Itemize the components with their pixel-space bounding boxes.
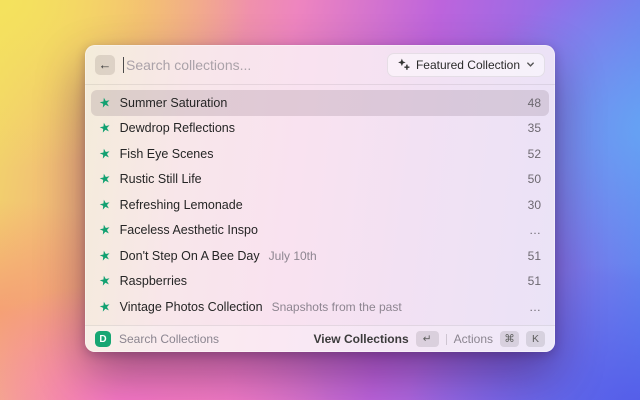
collections-list: ★ Summer Saturation 48 ★ Dewdrop Reflect… bbox=[85, 85, 555, 325]
list-item[interactable]: ★ Summer Saturation 48 bbox=[91, 90, 549, 116]
footer-actions: View Collections ↵ Actions ⌘ K bbox=[314, 331, 545, 347]
search-header: ← Search collections... Featured Collect… bbox=[85, 45, 555, 85]
footer-divider bbox=[445, 333, 447, 345]
list-item[interactable]: ★ Refreshing Lemonade 30 bbox=[91, 192, 549, 218]
back-button[interactable]: ← bbox=[95, 54, 115, 75]
collection-count: 35 bbox=[527, 121, 541, 136]
collection-title: Faceless Aesthetic Inspo bbox=[119, 223, 258, 238]
command-key-icon: ⌘ bbox=[500, 331, 519, 347]
collection-title: Don't Step On A Bee Day bbox=[119, 248, 260, 263]
view-collections-button[interactable]: View Collections bbox=[314, 332, 409, 346]
collection-count: 30 bbox=[527, 197, 541, 212]
collection-title: Vintage Photos Collection bbox=[119, 299, 263, 314]
collection-count: … bbox=[529, 223, 541, 238]
star-icon: ★ bbox=[97, 195, 113, 213]
chevron-down-icon bbox=[527, 62, 534, 67]
return-key-icon: ↵ bbox=[415, 331, 439, 347]
list-item[interactable]: ★ Faceless Aesthetic Inspo … bbox=[91, 218, 549, 244]
collection-title: Rustic Still Life bbox=[119, 172, 202, 187]
star-icon: ★ bbox=[97, 297, 113, 315]
list-item[interactable]: ★ Raspberries 51 bbox=[91, 269, 549, 295]
sparkle-plus-icon bbox=[398, 58, 410, 70]
star-icon: ★ bbox=[97, 93, 113, 111]
collection-subtitle: July 10th bbox=[268, 248, 317, 263]
collection-title: Dewdrop Reflections bbox=[119, 121, 235, 136]
actions-button[interactable]: Actions bbox=[454, 332, 493, 346]
search-input[interactable]: Search collections... bbox=[126, 57, 251, 73]
star-icon: ★ bbox=[97, 221, 113, 239]
list-item[interactable]: ★ Fish Eye Scenes 52 bbox=[91, 141, 549, 167]
app-label: Search Collections bbox=[119, 332, 220, 346]
status-bar: D Search Collections View Collections ↵ … bbox=[85, 325, 555, 352]
list-item[interactable]: ★ Rustic Still Life 50 bbox=[91, 167, 549, 193]
featured-collection-dropdown[interactable]: Featured Collection bbox=[386, 52, 545, 77]
featured-collection-label: Featured Collection bbox=[415, 57, 520, 72]
collection-subtitle: Snapshots from the past bbox=[271, 299, 402, 314]
star-icon: ★ bbox=[97, 144, 113, 162]
collection-title: Refreshing Lemonade bbox=[119, 197, 243, 212]
collection-count: … bbox=[529, 299, 541, 314]
collection-count: 52 bbox=[527, 146, 541, 161]
star-icon: ★ bbox=[97, 170, 113, 188]
k-key-icon: K bbox=[526, 331, 545, 347]
collection-count: 51 bbox=[527, 248, 541, 263]
list-item[interactable]: ★ Vintage Photos Collection Snapshots fr… bbox=[91, 294, 549, 320]
collection-title: Summer Saturation bbox=[119, 95, 228, 110]
list-item[interactable]: ★ Don't Step On A Bee Day July 10th 51 bbox=[91, 243, 549, 269]
back-arrow-icon: ← bbox=[98, 57, 112, 72]
star-icon: ★ bbox=[97, 272, 113, 290]
text-cursor bbox=[123, 56, 124, 73]
collection-count: 48 bbox=[527, 95, 541, 110]
collection-count: 51 bbox=[527, 274, 541, 289]
star-icon: ★ bbox=[97, 119, 113, 137]
collection-count: 50 bbox=[527, 172, 541, 187]
collection-title: Raspberries bbox=[119, 274, 188, 289]
star-icon: ★ bbox=[97, 246, 113, 264]
collection-title: Fish Eye Scenes bbox=[119, 146, 214, 161]
app-logo-icon: D bbox=[95, 331, 111, 347]
list-item[interactable]: ★ Dewdrop Reflections 35 bbox=[91, 116, 549, 142]
search-collections-window: ← Search collections... Featured Collect… bbox=[85, 45, 555, 352]
